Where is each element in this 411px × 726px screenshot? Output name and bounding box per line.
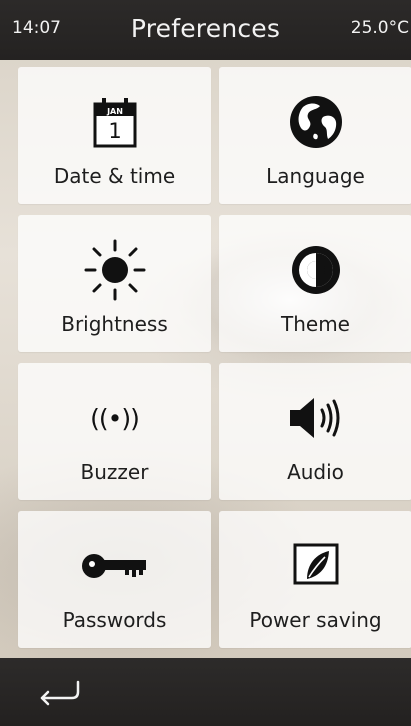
buzzer-tile[interactable]: ((•)) Buzzer: [18, 363, 211, 500]
date-time-label: Date & time: [53, 164, 176, 188]
power-saving-tile[interactable]: Power saving: [219, 511, 411, 648]
theme-tile[interactable]: Theme: [219, 215, 411, 352]
bottom-navigation-bar: [0, 658, 411, 726]
buzzer-label: Buzzer: [80, 460, 149, 484]
brightness-label: Brightness: [61, 312, 168, 336]
language-label: Language: [266, 164, 365, 188]
key-icon: [80, 535, 150, 597]
back-button[interactable]: [36, 678, 86, 708]
back-arrow-icon: [40, 680, 80, 706]
buzzer-glyph: ((•)): [90, 403, 140, 433]
power-saving-label: Power saving: [249, 608, 382, 632]
audio-tile[interactable]: Audio: [219, 363, 411, 500]
globe-icon: [281, 91, 351, 153]
audio-label: Audio: [287, 460, 344, 484]
preferences-screen: 14:07 Preferences 25.0°C JAN 1 Date & ti…: [0, 0, 411, 726]
temperature-readout: 25.0°C: [350, 18, 409, 38]
theme-contrast-icon: [281, 239, 351, 301]
buzzer-signal-icon: ((•)): [80, 387, 150, 449]
calendar-month-text: JAN: [106, 107, 123, 116]
sun-icon: [80, 239, 150, 301]
leaf-screen-icon: [281, 535, 351, 597]
calendar-icon: JAN 1: [80, 91, 150, 153]
brightness-tile[interactable]: Brightness: [18, 215, 211, 352]
passwords-label: Passwords: [62, 608, 167, 632]
passwords-tile[interactable]: Passwords: [18, 511, 211, 648]
language-tile[interactable]: Language: [219, 67, 411, 204]
speaker-icon: [281, 387, 351, 449]
calendar-day-text: 1: [108, 119, 121, 143]
page-title: Preferences: [130, 14, 281, 43]
top-status-bar: 14:07 Preferences 25.0°C: [0, 0, 411, 60]
theme-label: Theme: [281, 312, 350, 336]
date-time-tile[interactable]: JAN 1 Date & time: [18, 67, 211, 204]
